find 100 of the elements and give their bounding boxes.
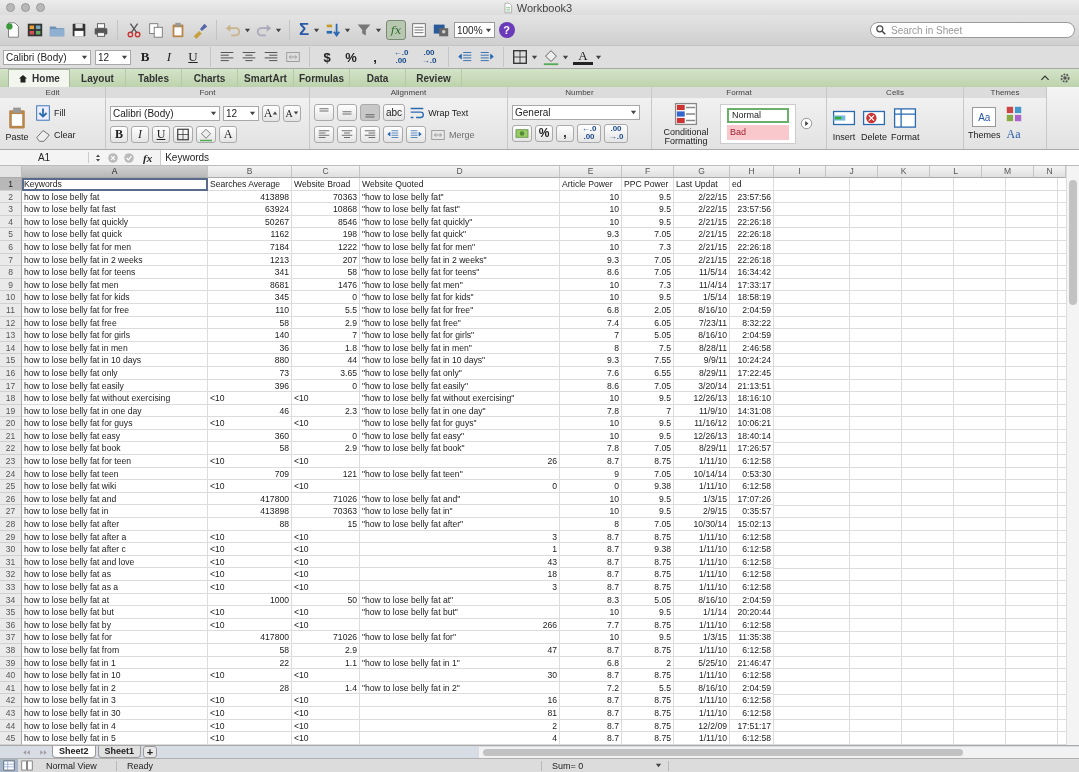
align-left-icon[interactable]: [314, 126, 334, 143]
cells-button[interactable]: Insert: [831, 105, 857, 142]
font-dropdown[interactable]: Calibri (Body): [3, 49, 91, 65]
caret-icon[interactable]: [275, 26, 282, 34]
number-format-button[interactable]: ,: [365, 49, 385, 65]
row-header[interactable]: 28: [0, 518, 22, 531]
row-header[interactable]: 40: [0, 669, 22, 682]
vertical-scrollbar[interactable]: [1066, 166, 1079, 745]
save-icon[interactable]: [70, 21, 88, 39]
row-header[interactable]: 27: [0, 505, 22, 519]
text-style-button[interactable]: U: [183, 49, 203, 65]
increase-indent-icon[interactable]: [406, 126, 426, 143]
cell-style[interactable]: Bad: [727, 124, 789, 140]
sum-dropdown[interactable]: Sum= 0: [546, 760, 669, 771]
row-header[interactable]: 35: [0, 606, 22, 619]
text-style-button[interactable]: U: [152, 125, 170, 143]
cell-style[interactable]: Normal: [727, 107, 789, 123]
shrink-font-button[interactable]: A: [283, 104, 301, 122]
decimal-button[interactable]: .00 →.0: [417, 47, 441, 67]
decimal-button[interactable]: ←.0 .00: [389, 47, 413, 67]
number-format-button[interactable]: %: [535, 124, 553, 142]
borders-icon[interactable]: [511, 48, 529, 66]
sort-icon[interactable]: [324, 21, 342, 39]
zoom-dropdown[interactable]: 100%: [454, 22, 495, 38]
caret-icon[interactable]: [595, 53, 602, 61]
caret-icon[interactable]: [562, 53, 569, 61]
normal-view-icon[interactable]: [0, 759, 18, 772]
align-middle-icon[interactable]: [337, 104, 357, 121]
row-header[interactable]: 1: [0, 178, 22, 191]
cells-button[interactable]: Delete: [861, 105, 887, 142]
caret-icon[interactable]: [375, 26, 382, 34]
stepper-icon[interactable]: [93, 152, 103, 163]
sheet-tab[interactable]: Sheet1: [97, 746, 142, 758]
wrap-text-button[interactable]: Wrap Text: [408, 103, 469, 122]
play-icon[interactable]: [800, 117, 813, 130]
number-format-button[interactable]: ,: [556, 124, 574, 142]
text-style-button[interactable]: I: [131, 125, 149, 143]
text-style-button[interactable]: I: [159, 49, 179, 65]
caret-icon[interactable]: [313, 26, 320, 34]
conditional-formatting-button[interactable]: Conditional Formatting: [656, 101, 716, 146]
column-header[interactable]: L: [930, 166, 982, 178]
autosum-button[interactable]: Σ: [297, 20, 311, 40]
list-icon[interactable]: [410, 21, 428, 39]
horizontal-scrollbar[interactable]: [479, 746, 1079, 758]
text-style-button[interactable]: B: [135, 49, 155, 65]
clear-button[interactable]: Clear: [34, 125, 76, 144]
scissors-icon[interactable]: [125, 21, 143, 39]
caret-icon[interactable]: [531, 53, 538, 61]
name-box[interactable]: A1: [0, 152, 89, 163]
copy-icon[interactable]: [147, 21, 165, 39]
fill-button[interactable]: Fill: [34, 103, 76, 122]
column-header[interactable]: A: [22, 166, 208, 178]
borders-icon[interactable]: [173, 125, 193, 143]
brush-icon[interactable]: [191, 21, 209, 39]
row-header[interactable]: 3: [0, 203, 22, 216]
formula-input[interactable]: Keywords: [160, 150, 1079, 165]
row-header[interactable]: 13: [0, 329, 22, 342]
font-size-dropdown[interactable]: 12: [95, 49, 131, 65]
theme-colors-icon[interactable]: [1004, 105, 1023, 123]
font-color-button[interactable]: A: [219, 125, 237, 143]
caret-icon[interactable]: [244, 26, 251, 34]
grow-font-button[interactable]: A: [262, 104, 280, 122]
theme-fonts-button[interactable]: Aa: [1004, 127, 1023, 142]
font-size-dropdown[interactable]: 12: [223, 105, 259, 121]
decimal-button[interactable]: .00 →.0: [604, 123, 628, 143]
row-header[interactable]: 33: [0, 581, 22, 594]
row-header[interactable]: 20: [0, 417, 22, 430]
paste-button[interactable]: Paste: [4, 105, 30, 142]
number-format-button[interactable]: %: [341, 49, 361, 65]
row-header[interactable]: 37: [0, 631, 22, 644]
row-header[interactable]: 30: [0, 543, 22, 556]
column-header[interactable]: I: [774, 166, 826, 178]
function-button[interactable]: fx: [386, 20, 406, 40]
font-color-button[interactable]: A: [573, 49, 593, 65]
row-header[interactable]: 23: [0, 455, 22, 468]
column-header[interactable]: K: [878, 166, 930, 178]
align-center-icon[interactable]: [337, 126, 357, 143]
row-header[interactable]: 8: [0, 266, 22, 279]
ribbon-tab[interactable]: Home: [8, 69, 70, 87]
select-all-corner[interactable]: [0, 166, 22, 178]
caret-icon[interactable]: [344, 26, 351, 34]
zoom-button[interactable]: [36, 3, 45, 12]
currency-icon[interactable]: [512, 124, 532, 142]
sheet-tab[interactable]: Sheet2: [52, 746, 96, 758]
row-header[interactable]: 25: [0, 480, 22, 493]
number-format-button[interactable]: $: [317, 49, 337, 65]
number-format-dropdown[interactable]: General: [512, 104, 640, 120]
row-header[interactable]: 32: [0, 568, 22, 581]
decrease-indent-icon[interactable]: [383, 126, 403, 143]
align-right-icon[interactable]: [360, 126, 380, 143]
add-sheet-button[interactable]: +: [143, 746, 158, 758]
help-button[interactable]: ?: [498, 22, 515, 38]
orientation-button[interactable]: abc: [383, 104, 406, 121]
search-field[interactable]: Search in Sheet: [870, 22, 1075, 38]
settings-icon[interactable]: [1059, 72, 1071, 84]
row-header[interactable]: 22: [0, 442, 22, 456]
font-dropdown[interactable]: Calibri (Body): [110, 105, 220, 121]
themes-button[interactable]: Aa Themes: [968, 107, 1001, 140]
template-gallery-icon[interactable]: [26, 21, 44, 39]
row-header[interactable]: 5: [0, 228, 22, 241]
